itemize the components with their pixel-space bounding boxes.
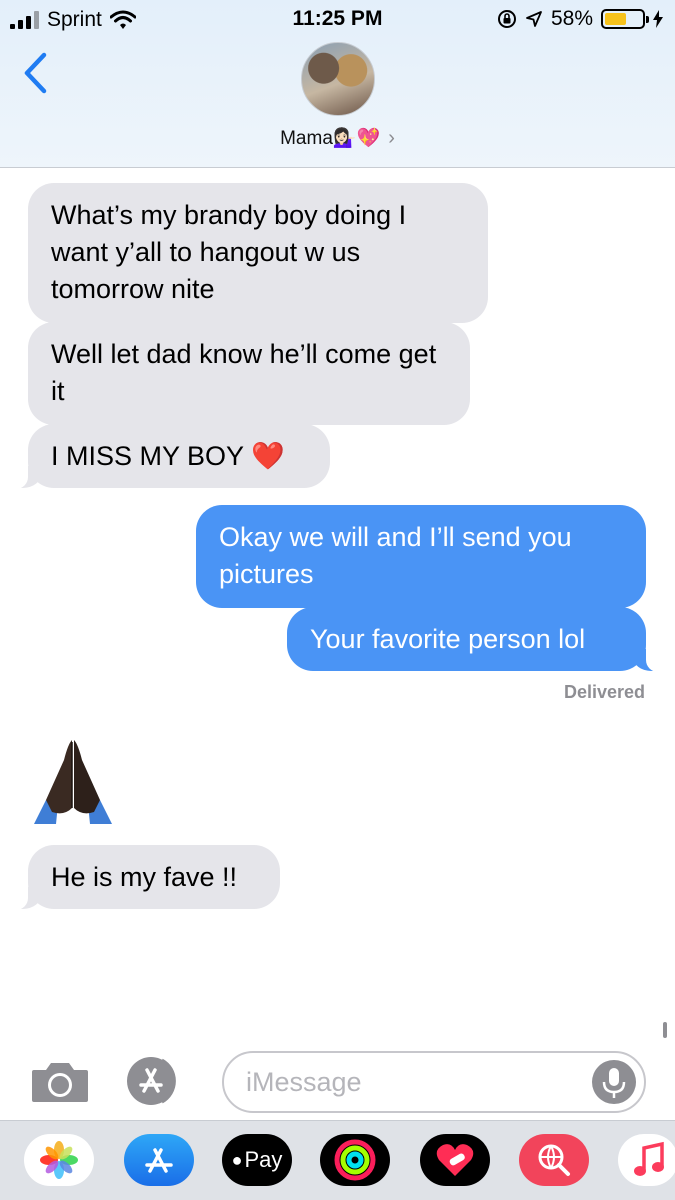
apple-pay-label: Pay xyxy=(244,1147,283,1172)
microphone-button[interactable] xyxy=(592,1060,636,1104)
message-bubble-outgoing[interactable]: Okay we will and I’ll send you pictures xyxy=(196,505,646,608)
message-bubble-incoming[interactable]: He is my fave !! xyxy=(6,845,280,910)
battery-percent: 58% xyxy=(550,7,593,30)
web-search-icon[interactable] xyxy=(519,1134,589,1186)
back-chevron-icon[interactable] xyxy=(18,50,54,96)
delivered-status: Delivered xyxy=(563,682,645,702)
contact-name: Mama xyxy=(280,128,333,149)
orientation-lock-icon xyxy=(497,10,516,28)
status-bar: Sprint 11:25 PM 58% xyxy=(0,0,675,40)
chevron-right-icon: › xyxy=(388,127,395,149)
apple-pay-icon[interactable]: ● Pay xyxy=(222,1134,292,1186)
photos-app-icon[interactable] xyxy=(24,1134,94,1186)
apple-logo-icon: ● xyxy=(231,1149,243,1170)
status-right: 58% xyxy=(497,7,663,31)
contact-name-button[interactable]: Mama💁🏻‍♀️💖 › xyxy=(0,126,675,150)
music-icon[interactable] xyxy=(618,1134,675,1186)
message-bubble-outgoing[interactable]: Your favorite person lol xyxy=(287,607,668,672)
heart-app-icon[interactable] xyxy=(420,1134,490,1186)
battery-icon xyxy=(601,9,649,29)
conversation-header: Sprint 11:25 PM 58% xyxy=(0,0,675,168)
message-bubble-incoming[interactable]: I MISS MY BOY ❤️ xyxy=(6,424,330,489)
microphone-icon xyxy=(602,1068,626,1098)
camera-icon[interactable] xyxy=(30,1058,90,1104)
message-bubble-incoming[interactable]: What’s my brandy boy doing I want y’all … xyxy=(28,183,488,323)
activity-icon[interactable] xyxy=(320,1134,390,1186)
app-store-icon[interactable] xyxy=(124,1134,194,1186)
contact-emoji: 💁🏻‍♀️💖 xyxy=(332,128,381,149)
message-bubble-incoming[interactable]: Well let dad know he’ll come get it xyxy=(28,322,470,425)
scroll-indicator[interactable] xyxy=(663,1022,667,1038)
contact-avatar[interactable] xyxy=(301,42,375,116)
charging-bolt-icon xyxy=(653,10,663,28)
imessage-input[interactable]: iMessage xyxy=(222,1051,646,1113)
message-placeholder: iMessage xyxy=(246,1067,362,1097)
praying-hands-icon[interactable] xyxy=(28,734,118,824)
app-store-button-icon[interactable] xyxy=(126,1056,190,1106)
location-icon xyxy=(526,11,542,27)
